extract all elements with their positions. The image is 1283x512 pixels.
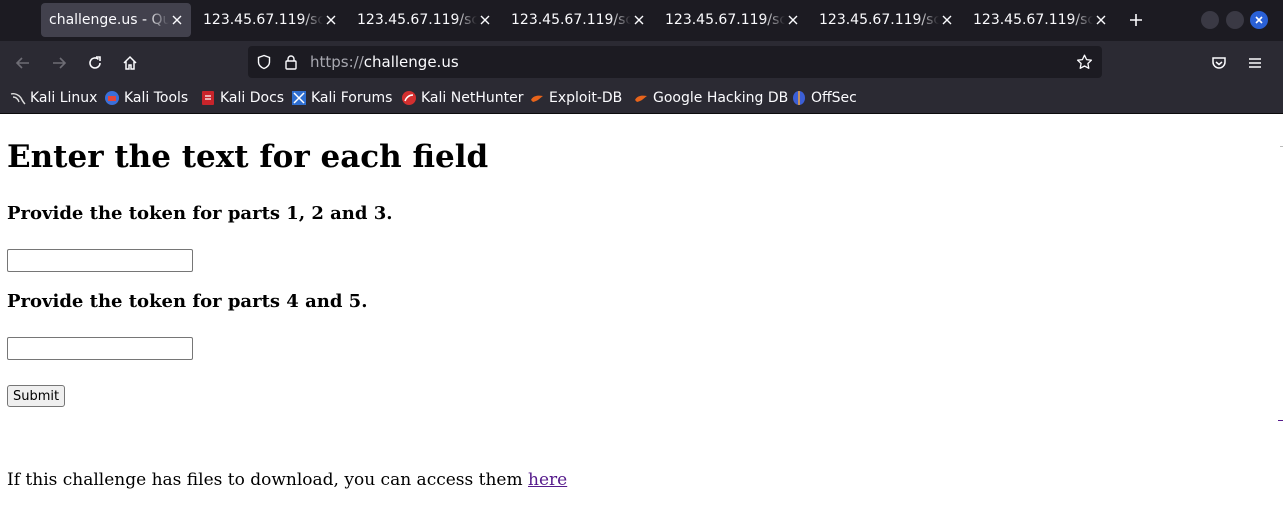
url-bar[interactable]: https://challenge.us (248, 46, 1102, 78)
exploit-db-icon (531, 95, 543, 102)
download-text: If this challenge has files to download,… (7, 470, 523, 490)
token-parts-1-3-input[interactable] (7, 249, 193, 272)
page-title: Enter the text for each field (7, 139, 489, 175)
window-close-button[interactable] (1250, 11, 1268, 29)
url-host: challenge.us (363, 53, 459, 71)
ghdb-icon (635, 95, 647, 102)
bookmark-label: Kali NetHunter (421, 90, 524, 106)
bookmark-label: Kali Forums (311, 90, 393, 106)
new-tab-button[interactable] (1125, 9, 1147, 31)
bookmark-label: Kali Linux (30, 90, 98, 106)
bookmark-label: Google Hacking DB (653, 90, 789, 106)
minimize-button[interactable] (1201, 11, 1219, 29)
bookmark-kali-tools[interactable]: Kali Tools (104, 89, 188, 107)
bookmark-exploit-db[interactable]: Exploit-DB (529, 89, 622, 107)
arrow-left-icon (15, 57, 29, 69)
home-icon (123, 55, 137, 70)
close-icon (1255, 16, 1263, 24)
tab-page-6[interactable]: 123.45.67.119/scr9 (811, 3, 961, 37)
plus-icon (1130, 14, 1142, 26)
bookmark-google-hacking-db[interactable]: Google Hacking DB (633, 89, 788, 107)
kali-dragon-icon (10, 93, 26, 105)
tab-label: 123.45.67.119/scr9 (203, 12, 323, 28)
tab-page-2[interactable]: 123.45.67.119/scr9 (195, 3, 345, 37)
download-link[interactable]: here (528, 470, 567, 490)
tab-label: 123.45.67.119/scr9 (665, 12, 785, 28)
kali-tools-icon (105, 91, 119, 105)
tab-page-7[interactable]: 123.45.67.119/scr9 (965, 3, 1115, 37)
tab-page-5[interactable]: 123.45.67.119/scr9 (657, 3, 807, 37)
token-parts-4-5-input[interactable] (7, 337, 193, 360)
page-content: Enter the text for each field Provide th… (0, 114, 1283, 512)
clipped-link[interactable] (1278, 406, 1283, 421)
tab-label: 123.45.67.119/scr9 (357, 12, 477, 28)
submit-button[interactable]: Submit (7, 385, 66, 407)
tab-bar: challenge.us - Que 123.45.67.119/scr9 12… (0, 0, 1283, 41)
close-icon[interactable] (323, 12, 339, 28)
close-icon[interactable] (939, 12, 955, 28)
arrow-right-icon (53, 57, 67, 69)
bookmark-label: Kali Docs (220, 90, 285, 106)
close-icon[interactable] (169, 12, 185, 28)
shield-icon[interactable] (256, 54, 272, 70)
star-icon[interactable] (1076, 54, 1093, 70)
home-button[interactable] (118, 51, 142, 75)
tab-label: challenge.us - Que (49, 12, 169, 28)
tab-label: 123.45.67.119/scr9 (973, 12, 1093, 28)
maximize-button[interactable] (1226, 11, 1244, 29)
lock-icon[interactable] (284, 54, 298, 70)
menu-button[interactable] (1243, 51, 1267, 75)
offsec-icon (793, 91, 805, 105)
kali-nethunter-icon (402, 91, 416, 105)
pocket-button[interactable] (1207, 51, 1231, 75)
tab-label: 123.45.67.119/scr9 (511, 12, 631, 28)
reload-icon (89, 56, 101, 69)
bookmark-label: Exploit-DB (549, 90, 623, 106)
close-icon[interactable] (1093, 12, 1109, 28)
bookmark-label: Kali Tools (124, 90, 189, 106)
bookmark-offsec[interactable]: OffSec (791, 89, 857, 107)
tab-challenge[interactable]: challenge.us - Que (41, 3, 191, 37)
forward-button[interactable] (47, 51, 71, 75)
field2-label: Provide the token for parts 4 and 5. (7, 291, 368, 312)
navigation-toolbar: https://challenge.us (0, 41, 1283, 84)
hamburger-menu-icon (1249, 58, 1261, 68)
bookmarks-toolbar: Kali Linux Kali Tools Kali Docs Kali For… (0, 84, 1283, 114)
bookmark-kali-forums[interactable]: Kali Forums (291, 89, 392, 107)
kali-forums-icon (292, 91, 306, 105)
tab-page-3[interactable]: 123.45.67.119/scr9 (349, 3, 499, 37)
kali-docs-icon (202, 91, 214, 105)
bookmark-kali-docs[interactable]: Kali Docs (200, 89, 284, 107)
bookmark-kali-linux[interactable]: Kali Linux (10, 89, 97, 107)
close-icon[interactable] (631, 12, 647, 28)
pocket-icon (1212, 57, 1226, 69)
bookmark-kali-nethunter[interactable]: Kali NetHunter (401, 89, 523, 107)
close-icon[interactable] (785, 12, 801, 28)
back-button[interactable] (11, 51, 35, 75)
tab-label: 123.45.67.119/scr9 (819, 12, 939, 28)
close-icon[interactable] (477, 12, 493, 28)
bookmark-label: OffSec (811, 90, 857, 106)
field1-label: Provide the token for parts 1, 2 and 3. (7, 203, 393, 224)
url-scheme: https:// (310, 53, 364, 71)
download-notice: If this challenge has files to download,… (7, 470, 567, 490)
tab-page-4[interactable]: 123.45.67.119/scr9 (503, 3, 653, 37)
reload-button[interactable] (83, 51, 107, 75)
url-text[interactable]: https://challenge.us (310, 53, 459, 71)
